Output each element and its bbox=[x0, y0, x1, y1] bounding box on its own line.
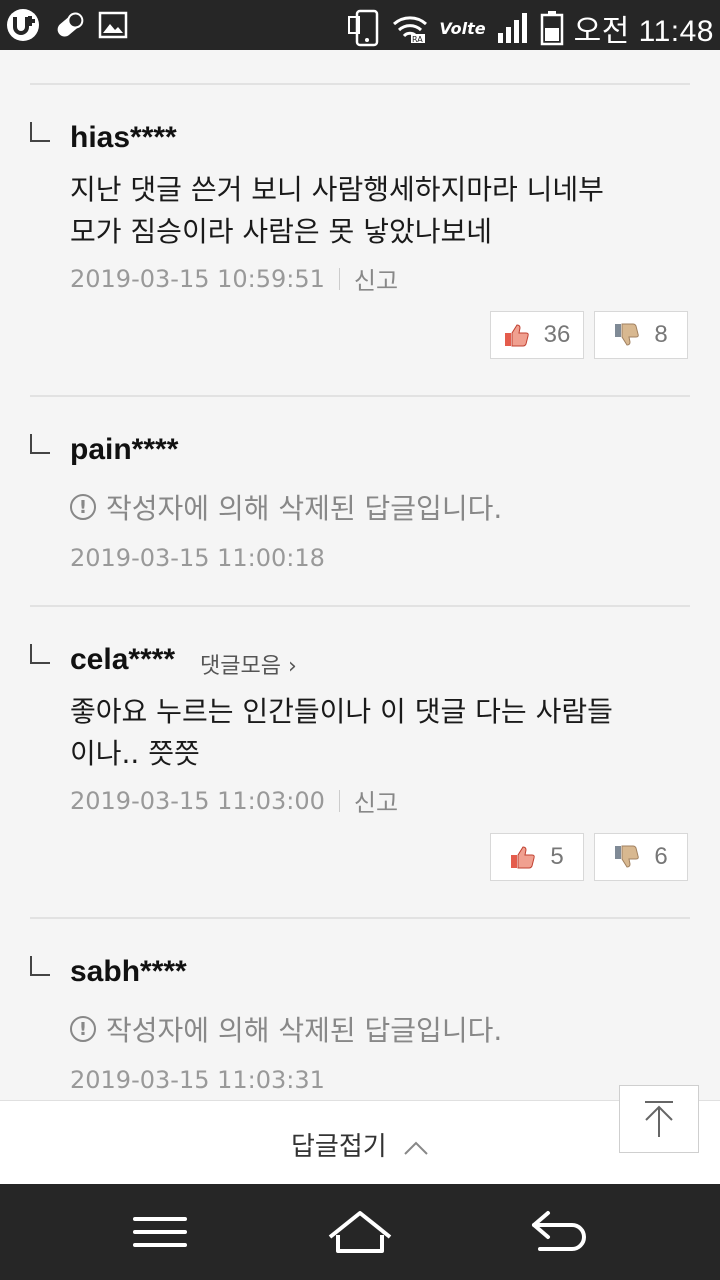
reply-nickname[interactable]: pain**** bbox=[70, 433, 178, 467]
reply-text: 좋아요 누르는 인간들이나 이 댓글 다는 사람들 이나.. 쯧쯧 bbox=[70, 695, 613, 770]
reply-meta: 2019-03-15 10:59:51 신고 bbox=[70, 261, 398, 296]
dislike-count: 8 bbox=[654, 321, 668, 348]
fold-replies-button[interactable]: 답글접기 bbox=[0, 1126, 720, 1163]
image-icon bbox=[98, 11, 128, 39]
chevron-right-icon: › bbox=[280, 654, 297, 679]
reply-meta: 2019-03-15 11:00:18 bbox=[70, 544, 325, 572]
reply-meta: 2019-03-15 11:03:00 신고 bbox=[70, 783, 398, 818]
menu-button[interactable] bbox=[120, 1202, 200, 1262]
back-icon bbox=[532, 1211, 586, 1251]
reply-nickname[interactable]: sabh**** bbox=[70, 955, 187, 989]
report-link[interactable]: 신고 bbox=[354, 783, 398, 818]
reply-indent-icon bbox=[30, 122, 50, 142]
wifi-icon: RA bbox=[393, 16, 428, 44]
reply-date: 2019-03-15 10:59:51 bbox=[70, 264, 325, 293]
pill-icon bbox=[57, 12, 84, 37]
reply-date: 2019-03-15 11:03:00 bbox=[70, 786, 325, 815]
volte-indicator: Volte bbox=[439, 18, 486, 38]
like-count: 5 bbox=[550, 843, 564, 870]
navigation-bar bbox=[0, 1184, 720, 1280]
fold-replies-bar[interactable]: 답글접기 bbox=[0, 1100, 720, 1184]
deleted-text: 작성자에 의해 삭제된 답글입니다. bbox=[106, 492, 503, 525]
comment-collection-link[interactable]: 댓글모음 › bbox=[200, 648, 297, 680]
thumbs-up-icon bbox=[504, 324, 529, 347]
replies-list[interactable]: hias**** 지난 댓글 쓴거 보니 사람행세하지마라 니네부 모가 짐승이… bbox=[0, 50, 720, 1100]
like-count: 36 bbox=[543, 321, 571, 348]
reply-indent-icon bbox=[30, 956, 50, 976]
home-button[interactable] bbox=[320, 1202, 400, 1262]
reply-indent-icon bbox=[30, 644, 50, 664]
phone-icon bbox=[348, 9, 379, 47]
deleted-text: 작성자에 의해 삭제된 답글입니다. bbox=[106, 1014, 503, 1047]
battery-icon bbox=[540, 11, 563, 46]
deleted-notice: ! 작성자에 의해 삭제된 답글입니다. bbox=[70, 1009, 502, 1049]
arrow-up-icon bbox=[645, 1101, 673, 1137]
svg-text:RA: RA bbox=[412, 35, 423, 44]
reply-nickname[interactable]: hias**** bbox=[70, 121, 177, 155]
clock: 오전 11:48 bbox=[573, 15, 714, 48]
info-icon: ! bbox=[70, 1016, 96, 1042]
home-icon bbox=[328, 1211, 392, 1253]
reply-item-deleted: pain**** ! 작성자에 의해 삭제된 답글입니다. 2019-03-15… bbox=[30, 397, 690, 607]
status-bar: RA Volte 오전 11:48 bbox=[0, 0, 720, 50]
separator bbox=[338, 789, 340, 812]
reply-date: 2019-03-15 11:00:18 bbox=[70, 544, 325, 572]
back-button[interactable] bbox=[520, 1202, 600, 1262]
thumbs-up-icon bbox=[511, 846, 536, 869]
reply-nickname[interactable]: cela**** bbox=[70, 643, 175, 677]
dislike-count: 6 bbox=[654, 843, 668, 870]
thumbs-down-icon bbox=[615, 323, 640, 346]
menu-icon bbox=[133, 1217, 187, 1247]
reply-item: hias**** 지난 댓글 쓴거 보니 사람행세하지마라 니네부 모가 짐승이… bbox=[30, 85, 690, 397]
dislike-button[interactable]: 8 bbox=[594, 311, 688, 359]
reply-date: 2019-03-15 11:03:31 bbox=[70, 1066, 325, 1094]
reply-indent-icon bbox=[30, 434, 50, 454]
reply-item: cela**** 댓글모음 › 좋아요 누르는 인간들이나 이 댓글 다는 사람… bbox=[30, 607, 690, 919]
separator bbox=[338, 267, 340, 290]
info-icon: ! bbox=[70, 494, 96, 520]
like-button[interactable]: 5 bbox=[490, 833, 584, 881]
u-plus-icon bbox=[7, 9, 39, 41]
signal-icon bbox=[497, 13, 527, 43]
scroll-to-top-button[interactable] bbox=[619, 1085, 699, 1153]
thumbs-down-icon bbox=[615, 845, 640, 868]
chevron-up-icon bbox=[404, 1141, 428, 1155]
report-link[interactable]: 신고 bbox=[354, 261, 398, 296]
reply-text: 지난 댓글 쓴거 보니 사람행세하지마라 니네부 모가 짐승이라 사람은 못 낳… bbox=[70, 173, 604, 248]
reply-meta: 2019-03-15 11:03:31 bbox=[70, 1066, 325, 1094]
dislike-button[interactable]: 6 bbox=[594, 833, 688, 881]
like-button[interactable]: 36 bbox=[490, 311, 584, 359]
deleted-notice: ! 작성자에 의해 삭제된 답글입니다. bbox=[70, 487, 502, 527]
reply-item-deleted: sabh**** ! 작성자에 의해 삭제된 답글입니다. 2019-03-15… bbox=[30, 919, 690, 1100]
